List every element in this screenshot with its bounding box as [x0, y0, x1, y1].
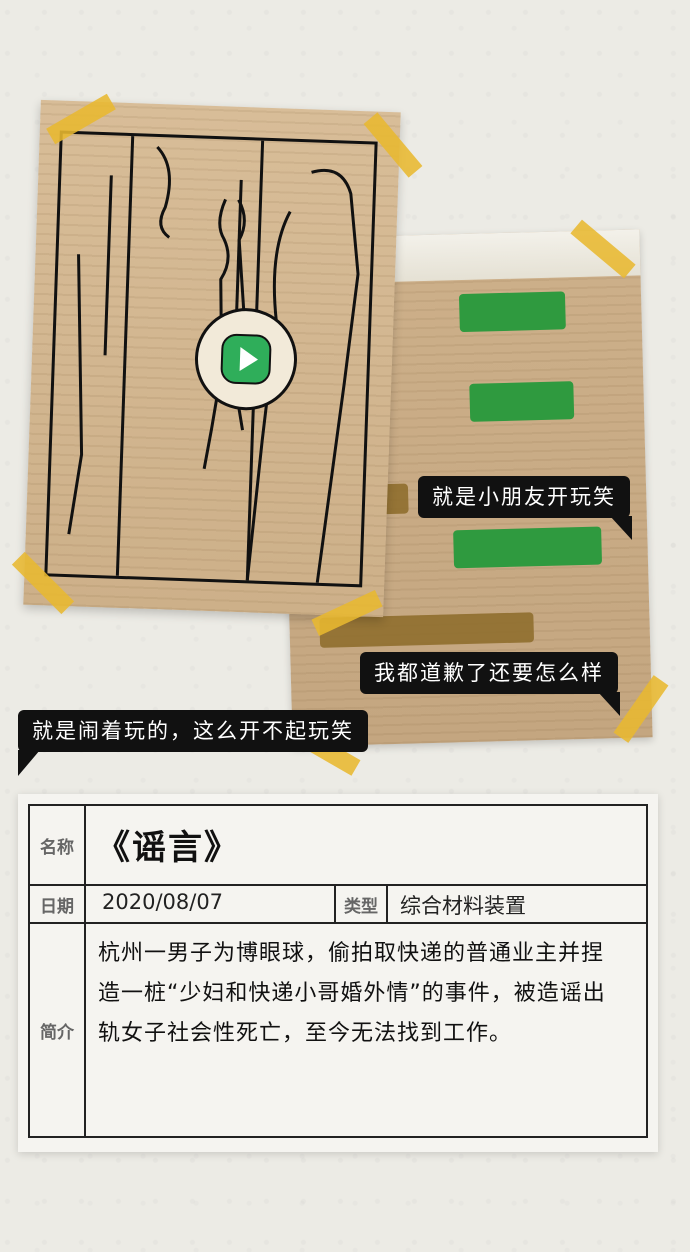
type-divider-right [386, 886, 388, 922]
play-icon [220, 333, 272, 385]
chat-bubble-green-2 [469, 381, 575, 422]
speech-text-2: 我都道歉了还要怎么样 [374, 661, 604, 685]
video-illustration [44, 130, 378, 588]
speech-tail-1 [610, 516, 632, 540]
type-value: 综合材料装置 [400, 894, 526, 918]
name-row: 名称 《谣言》 [30, 806, 646, 886]
date-label: 日期 [40, 896, 74, 917]
speech-text-3: 就是闹着玩的，这么开不起玩笑 [32, 719, 354, 743]
date-value: 2020/08/07 [102, 890, 224, 914]
intro-text: 杭州一男子为博眼球，偷拍取快递的普通业主并捏造一桩“少妇和快递小哥婚外情”的事件… [98, 941, 606, 1046]
type-label: 类型 [344, 897, 378, 917]
speech-bubble-3: 就是闹着玩的，这么开不起玩笑 [18, 710, 368, 776]
intro-row: 简介 杭州一男子为博眼球，偷拍取快递的普通业主并捏造一桩“少妇和快递小哥婚外情”… [30, 924, 646, 1136]
video-cardboard [23, 99, 401, 618]
info-card: 名称 《谣言》 日期 2020/08/07 类型 综合材料装置 简介 杭州一男子… [18, 794, 658, 1152]
speech-tail-3 [18, 750, 40, 776]
speech-bubble-2: 我都道歉了还要怎么样 [360, 652, 620, 716]
chat-bubble-green-1 [458, 291, 566, 333]
chat-bubble-green-3 [453, 526, 603, 569]
info-table: 名称 《谣言》 日期 2020/08/07 类型 综合材料装置 简介 杭州一男子… [28, 804, 648, 1138]
name-label: 名称 [40, 837, 74, 858]
speech-bubble-1: 就是小朋友开玩笑 [418, 476, 632, 540]
date-row: 日期 2020/08/07 类型 综合材料装置 [30, 886, 646, 924]
speech-text-1: 就是小朋友开玩笑 [432, 485, 616, 509]
name-value: 《谣言》 [96, 828, 240, 868]
intro-label: 简介 [40, 1022, 74, 1043]
speech-tail-2 [598, 692, 620, 716]
